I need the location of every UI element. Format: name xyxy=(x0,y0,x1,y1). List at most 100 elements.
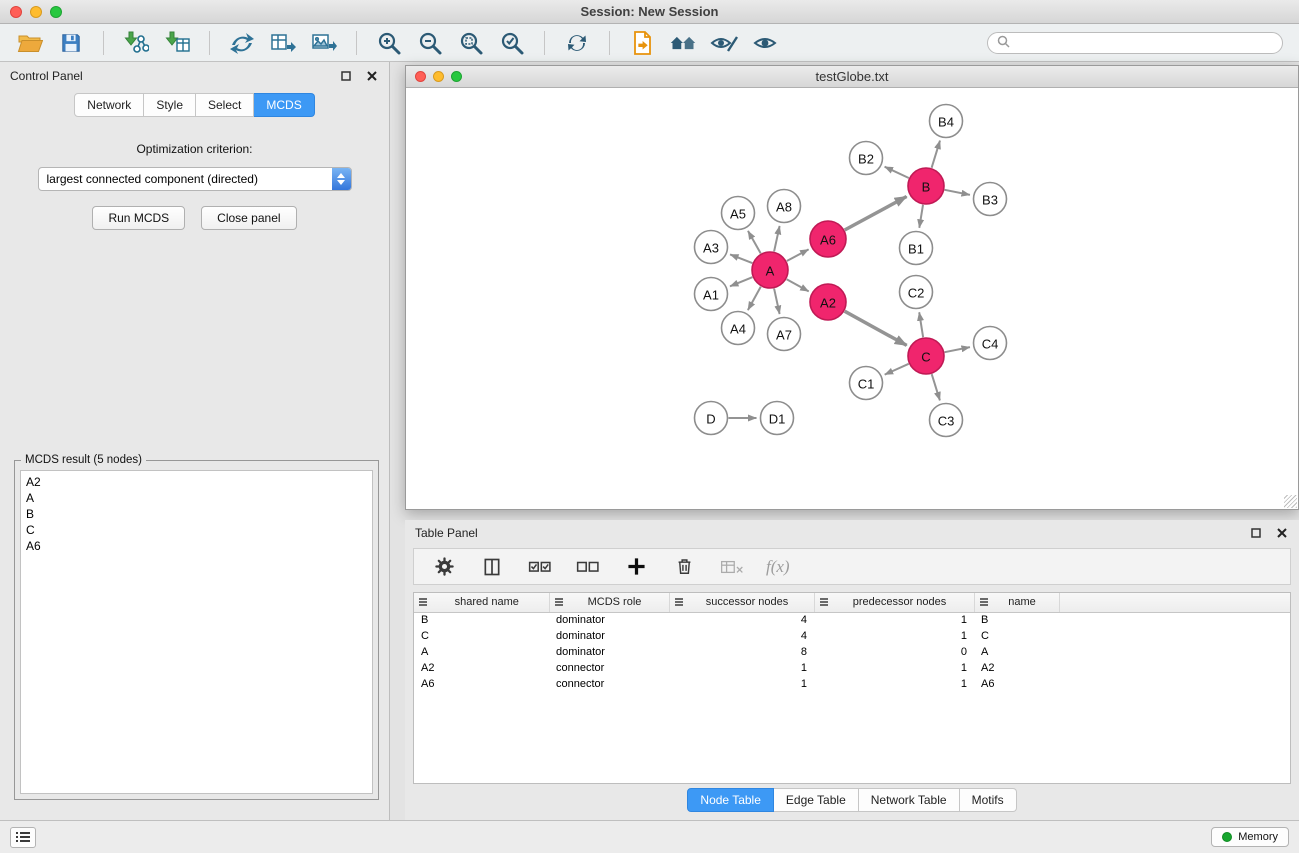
run-mcds-button[interactable]: Run MCDS xyxy=(92,206,185,230)
resize-grip[interactable] xyxy=(1284,495,1297,508)
refresh-view-icon[interactable] xyxy=(563,29,591,57)
hide-graphics-details-icon[interactable] xyxy=(710,29,738,57)
tab-mcds[interactable]: MCDS xyxy=(254,93,314,117)
edge-b-b1[interactable] xyxy=(919,205,923,228)
edge-c-c4[interactable] xyxy=(945,347,970,352)
search-input[interactable] xyxy=(1016,36,1273,50)
network-node-c1[interactable]: C1 xyxy=(850,367,883,400)
network-node-d[interactable]: D xyxy=(695,402,728,435)
minimize-network-window-button[interactable] xyxy=(433,71,444,82)
network-node-c3[interactable]: C3 xyxy=(930,404,963,437)
close-panel-icon[interactable] xyxy=(365,69,379,83)
column-header-successor-nodes[interactable]: successor nodes xyxy=(669,593,814,612)
network-node-a3[interactable]: A3 xyxy=(695,231,728,264)
edge-a2-c[interactable] xyxy=(845,311,907,345)
memory-button[interactable]: Memory xyxy=(1211,827,1289,847)
import-network-icon[interactable] xyxy=(122,29,150,57)
edge-b-b4[interactable] xyxy=(932,141,940,168)
search-box[interactable] xyxy=(987,32,1283,54)
float-table-panel-icon[interactable] xyxy=(1249,526,1263,540)
network-node-c4[interactable]: C4 xyxy=(974,327,1007,360)
table-row[interactable]: A6connector11A6 xyxy=(414,676,1290,692)
edge-a6-b[interactable] xyxy=(845,197,907,231)
save-session-icon[interactable] xyxy=(57,29,85,57)
table-row[interactable]: Cdominator41C xyxy=(414,628,1290,644)
home-icon[interactable] xyxy=(669,29,697,57)
tab-motifs[interactable]: Motifs xyxy=(960,788,1017,812)
delete-columns-icon[interactable] xyxy=(670,553,698,581)
list-item[interactable]: C xyxy=(26,522,367,538)
list-item[interactable]: A xyxy=(26,490,367,506)
tab-style[interactable]: Style xyxy=(144,93,196,117)
edge-a-a2[interactable] xyxy=(787,279,809,291)
network-node-a6[interactable]: A6 xyxy=(810,221,846,257)
edge-a-a1[interactable] xyxy=(730,277,752,286)
table-row[interactable]: Adominator80A xyxy=(414,644,1290,660)
function-builder-icon[interactable]: f(x) xyxy=(766,557,790,577)
float-panel-icon[interactable] xyxy=(339,69,353,83)
network-canvas[interactable]: B4B2BB3A5A8A6B1A3AC2A1A2A4A7C4CC1C3DD1 xyxy=(406,88,1298,509)
tab-network[interactable]: Network xyxy=(74,93,144,117)
column-header-shared-name[interactable]: shared name xyxy=(414,593,549,612)
tab-network-table[interactable]: Network Table xyxy=(859,788,960,812)
zoom-window-button[interactable] xyxy=(50,6,62,18)
show-columns-icon[interactable] xyxy=(478,553,506,581)
close-window-button[interactable] xyxy=(10,6,22,18)
zoom-in-icon[interactable] xyxy=(375,29,403,57)
import-document-icon[interactable] xyxy=(628,29,656,57)
table-row[interactable]: A2connector11A2 xyxy=(414,660,1290,676)
column-header-mcds-role[interactable]: MCDS role xyxy=(549,593,669,612)
edge-a-a8[interactable] xyxy=(774,226,780,251)
close-network-window-button[interactable] xyxy=(415,71,426,82)
table-settings-gear-icon[interactable] xyxy=(430,553,458,581)
minimize-window-button[interactable] xyxy=(30,6,42,18)
list-item[interactable]: A6 xyxy=(26,538,367,554)
open-folder-icon[interactable] xyxy=(16,29,44,57)
delete-table-icon[interactable] xyxy=(718,553,746,581)
zoom-out-icon[interactable] xyxy=(416,29,444,57)
edge-a-a6[interactable] xyxy=(787,249,809,261)
edge-a-a3[interactable] xyxy=(730,254,752,263)
network-node-c[interactable]: C xyxy=(908,338,944,374)
edge-b-b3[interactable] xyxy=(945,190,970,195)
network-node-a5[interactable]: A5 xyxy=(722,197,755,230)
node-table[interactable]: shared nameMCDS rolesuccessor nodesprede… xyxy=(413,592,1291,784)
list-item[interactable]: B xyxy=(26,506,367,522)
network-node-b2[interactable]: B2 xyxy=(850,142,883,175)
zoom-fit-icon[interactable] xyxy=(498,29,526,57)
mcds-result-list[interactable]: A2ABCA6 xyxy=(20,470,373,794)
column-header-name[interactable]: name xyxy=(974,593,1059,612)
network-node-d1[interactable]: D1 xyxy=(761,402,794,435)
network-node-a2[interactable]: A2 xyxy=(810,284,846,320)
tab-node-table[interactable]: Node Table xyxy=(687,788,774,812)
import-table-icon[interactable] xyxy=(163,29,191,57)
column-header-predecessor-nodes[interactable]: predecessor nodes xyxy=(814,593,974,612)
network-node-a[interactable]: A xyxy=(752,252,788,288)
network-node-b[interactable]: B xyxy=(908,168,944,204)
edge-a-a5[interactable] xyxy=(748,231,761,254)
show-graphics-details-icon[interactable] xyxy=(751,29,779,57)
network-node-a1[interactable]: A1 xyxy=(695,278,728,311)
edge-c-c3[interactable] xyxy=(932,374,940,400)
create-new-column-icon[interactable] xyxy=(622,553,650,581)
select-all-rows-icon[interactable] xyxy=(526,553,554,581)
tab-select[interactable]: Select xyxy=(196,93,254,117)
network-node-b3[interactable]: B3 xyxy=(974,183,1007,216)
network-node-a4[interactable]: A4 xyxy=(722,312,755,345)
edge-c-c2[interactable] xyxy=(919,312,923,337)
edge-a-a4[interactable] xyxy=(748,287,761,311)
optimization-criterion-select[interactable]: largest connected component (directed) xyxy=(38,167,352,191)
edge-c-c1[interactable] xyxy=(885,364,909,375)
list-item[interactable]: A2 xyxy=(26,474,367,490)
tab-edge-table[interactable]: Edge Table xyxy=(774,788,859,812)
network-node-a7[interactable]: A7 xyxy=(768,318,801,351)
export-image-icon[interactable] xyxy=(310,29,338,57)
table-row[interactable]: Bdominator41B xyxy=(414,612,1290,628)
network-node-c2[interactable]: C2 xyxy=(900,276,933,309)
edge-b-b2[interactable] xyxy=(885,167,909,178)
network-node-a8[interactable]: A8 xyxy=(768,190,801,223)
new-network-icon[interactable] xyxy=(269,29,297,57)
close-table-panel-icon[interactable] xyxy=(1275,526,1289,540)
close-panel-button[interactable]: Close panel xyxy=(201,206,296,230)
apply-layout-icon[interactable] xyxy=(228,29,256,57)
